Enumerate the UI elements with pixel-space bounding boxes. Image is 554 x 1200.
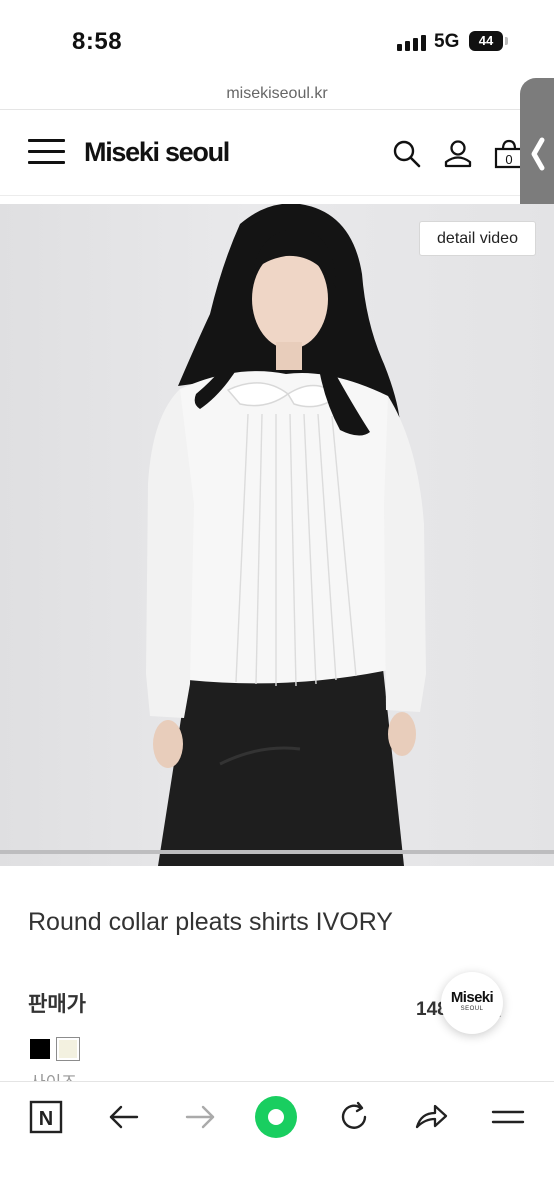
detail-video-button[interactable]: detail video <box>419 221 536 256</box>
site-header: Miseki seoul 0 <box>0 111 554 196</box>
green-dot-icon[interactable] <box>253 1094 299 1140</box>
color-swatch-black[interactable] <box>30 1039 50 1059</box>
search-icon[interactable] <box>390 137 424 171</box>
naver-home-icon[interactable]: N <box>28 1099 64 1135</box>
chevron-left-icon <box>531 137 545 171</box>
model-photo <box>146 204 426 866</box>
forward-arrow-icon[interactable] <box>182 1099 218 1135</box>
menu-icon[interactable] <box>490 1099 526 1135</box>
product-title: Round collar pleats shirts IVORY <box>28 908 393 936</box>
side-panel-tab[interactable] <box>520 78 554 222</box>
url-text[interactable]: misekiseoul.kr <box>0 85 554 103</box>
battery-icon: 44 <box>469 31 503 51</box>
cart-count: 0 <box>505 152 512 167</box>
badge-brand: Miseki <box>450 989 494 1006</box>
status-time: 8:58 <box>72 28 123 55</box>
price-label: 판매가 <box>28 993 86 1016</box>
floating-brand-button[interactable]: Miseki SEOUL <box>441 972 503 1034</box>
back-arrow-icon[interactable] <box>106 1099 142 1135</box>
share-icon[interactable] <box>413 1099 449 1135</box>
hamburger-icon[interactable] <box>28 139 65 165</box>
network-type: 5G <box>434 31 460 52</box>
signal-icon <box>397 33 427 51</box>
user-icon[interactable] <box>441 137 475 171</box>
reload-icon[interactable] <box>336 1099 372 1135</box>
address-bar[interactable]: misekiseoul.kr <box>0 82 554 110</box>
svg-text:N: N <box>39 1108 53 1130</box>
image-progress-bar <box>0 850 554 854</box>
battery-tip <box>505 37 508 45</box>
badge-subtitle: SEOUL <box>460 1006 484 1012</box>
color-swatch-ivory[interactable] <box>56 1037 80 1061</box>
product-image[interactable] <box>0 204 554 866</box>
status-bar: 8:58 5G 44 <box>0 0 554 82</box>
brand-logo[interactable]: Miseki seoul <box>84 137 230 168</box>
